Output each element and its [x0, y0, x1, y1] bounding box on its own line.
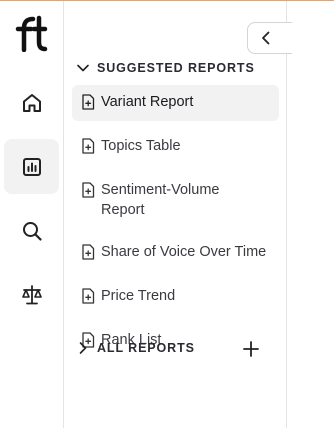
report-doc-icon — [82, 182, 95, 198]
all-reports-toggle[interactable]: ALL REPORTS — [75, 340, 195, 356]
report-item-label: Share of Voice Over Time — [101, 244, 267, 260]
report-item-price-trend[interactable]: Price Trend — [72, 279, 279, 315]
suggested-reports-toggle[interactable]: SUGGESTED REPORTS — [75, 60, 255, 76]
report-item-share-of-voice[interactable]: Share of Voice Over Time — [72, 235, 279, 271]
ft-logo-mark — [15, 15, 48, 53]
add-report-button[interactable] — [241, 339, 261, 359]
search-icon — [22, 221, 42, 241]
report-doc-icon — [82, 94, 95, 110]
rail-search-button[interactable] — [4, 203, 59, 258]
report-doc-icon — [82, 244, 95, 260]
reports-icon — [22, 157, 41, 176]
ft-logo[interactable] — [14, 14, 48, 53]
report-item-topics-table[interactable]: Topics Table — [72, 129, 279, 165]
rail-home-button[interactable] — [4, 75, 59, 130]
report-doc-icon — [82, 138, 95, 154]
report-item-label: Variant Report — [101, 94, 194, 110]
report-doc-icon — [82, 288, 95, 304]
collapse-panel-button[interactable] — [247, 22, 292, 54]
scale-icon — [21, 284, 42, 304]
report-item-label: Price Trend — [101, 288, 176, 304]
rail-compare-button[interactable] — [4, 267, 59, 322]
reports-panel: SUGGESTED REPORTS Variant Report Topics … — [65, 1, 292, 428]
plus-icon — [243, 341, 259, 357]
rail-reports-button[interactable] — [4, 139, 59, 194]
suggested-reports-list: Variant Report Topics Table Sentiment-Vo… — [72, 85, 279, 367]
report-item-variant-report[interactable]: Variant Report — [72, 85, 279, 121]
all-reports-label: ALL REPORTS — [97, 341, 195, 355]
chevron-down-icon — [77, 64, 89, 72]
icon-rail — [0, 1, 64, 428]
chevron-right-icon — [79, 342, 87, 354]
suggested-reports-label: SUGGESTED REPORTS — [97, 61, 255, 75]
report-item-sentiment-volume-report[interactable]: Sentiment-Volume Report — [72, 173, 279, 227]
report-item-label: Topics Table — [101, 138, 181, 154]
chevron-left-icon — [262, 31, 270, 45]
home-icon — [22, 93, 41, 112]
report-item-label: Sentiment-Volume Report — [101, 182, 220, 218]
